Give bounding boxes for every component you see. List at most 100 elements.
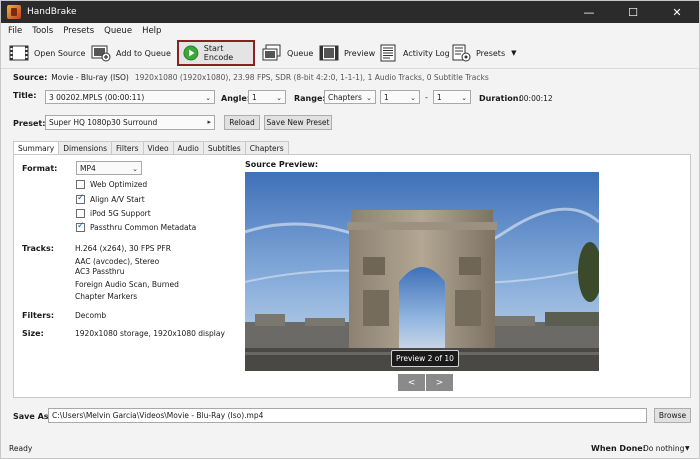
passthru-metadata-checkbox[interactable]	[76, 221, 85, 232]
status-bar: Ready When Done: Do nothing ▼	[1, 438, 699, 458]
menu-queue[interactable]: Queue	[104, 26, 132, 36]
filters-value: Decomb	[75, 311, 107, 320]
source-preview-image	[245, 172, 599, 371]
presets-label: Presets	[476, 48, 506, 58]
chevron-down-icon: ⌄	[132, 165, 138, 173]
title-select-value: 3 00202.MPLS (00:00:11)	[49, 92, 145, 102]
angle-select[interactable]: 1 ⌄	[248, 90, 286, 104]
menu-presets[interactable]: Presets	[63, 26, 94, 36]
range-dash: -	[425, 93, 428, 102]
tab-audio[interactable]: Audio	[172, 141, 204, 154]
chevron-down-icon: ⌄	[366, 94, 372, 102]
tab-chapters[interactable]: Chapters	[244, 141, 289, 154]
tracks-label: Tracks:	[22, 244, 54, 253]
passthru-metadata-option[interactable]: Passthru Common Metadata	[76, 221, 197, 232]
source-label: Source:	[13, 73, 48, 82]
add-to-queue-icon	[91, 45, 111, 62]
tab-summary[interactable]: Summary	[13, 141, 60, 155]
browse-button[interactable]: Browse	[654, 408, 691, 423]
activity-log-label: Activity Log	[403, 48, 450, 58]
menu-help[interactable]: Help	[142, 26, 161, 36]
chevron-down-icon: ⌄	[410, 94, 416, 102]
close-icon[interactable]: ✕	[655, 1, 699, 23]
save-as-label: Save As:	[13, 412, 52, 421]
format-select-value: MP4	[80, 163, 96, 173]
when-done-dropdown-icon[interactable]: ▼	[685, 445, 690, 452]
menu-tools[interactable]: Tools	[32, 26, 53, 36]
presets-dropdown-icon[interactable]: ▼	[511, 49, 516, 57]
menu-bar: File Tools Presets Queue Help	[1, 23, 699, 39]
save-as-path-value: C:\Users\Melvin Garcia\Videos\Movie - Bl…	[52, 411, 264, 420]
track-item: H.264 (x264), 30 FPS PFR	[75, 244, 171, 253]
web-optimized-option[interactable]: Web Optimized	[76, 180, 147, 189]
queue-icon	[262, 44, 281, 61]
start-encode-button[interactable]: Start Encode	[177, 40, 255, 66]
chevron-down-icon: ⌄	[276, 94, 282, 102]
open-source-icon	[9, 45, 29, 61]
start-encode-label: Start Encode	[203, 44, 234, 62]
tab-filters[interactable]: Filters	[111, 141, 144, 154]
range-type-value: Chapters	[328, 92, 362, 102]
source-row: Source: Movie - Blu-ray (ISO) 1920x1080 …	[13, 73, 489, 82]
activity-log-button[interactable]: Activity Log	[374, 40, 454, 66]
passthru-metadata-label: Passthru Common Metadata	[90, 223, 197, 232]
track-item: AC3 Passthru	[75, 267, 125, 276]
title-select[interactable]: 3 00202.MPLS (00:00:11) ⌄	[45, 90, 215, 104]
presets-button[interactable]: Presets ▼	[447, 40, 521, 66]
preset-select[interactable]: Super HQ 1080p30 Surround ▸	[45, 115, 215, 130]
chevron-down-icon: ⌄	[205, 94, 211, 102]
arc-de-triomphe-image	[245, 172, 599, 371]
ipod-support-option[interactable]: iPod 5G Support	[76, 209, 151, 218]
queue-button[interactable]: Queue	[258, 40, 317, 66]
ipod-support-label: iPod 5G Support	[90, 209, 151, 218]
reload-button[interactable]: Reload	[224, 115, 260, 130]
maximize-icon[interactable]: ☐	[611, 1, 655, 23]
open-source-button[interactable]: Open Source	[5, 40, 89, 66]
web-optimized-checkbox[interactable]	[76, 180, 85, 189]
angle-select-value: 1	[252, 92, 257, 102]
save-as-path-input[interactable]: C:\Users\Melvin Garcia\Videos\Movie - Bl…	[48, 408, 647, 423]
next-preview-button[interactable]: >	[426, 374, 453, 391]
source-name: Movie - Blu-ray (ISO)	[51, 73, 129, 82]
range-label: Range:	[294, 94, 326, 103]
tab-dimensions[interactable]: Dimensions	[58, 141, 113, 154]
tab-video[interactable]: Video	[142, 141, 174, 154]
range-start-value: 1	[384, 92, 389, 102]
preview-button[interactable]: Preview	[315, 40, 379, 66]
duration-value: 00:00:12	[519, 94, 553, 103]
when-done-label: When Done:	[591, 443, 646, 453]
add-to-queue-label: Add to Queue	[116, 48, 171, 58]
track-item: AAC (avcodec), Stereo	[75, 257, 160, 266]
menu-file[interactable]: File	[8, 26, 22, 36]
range-type-select[interactable]: Chapters ⌄	[324, 90, 376, 104]
toolbar-divider	[1, 68, 699, 69]
when-done-select[interactable]: Do nothing	[643, 444, 684, 453]
filters-label: Filters:	[22, 311, 55, 320]
track-item: Foreign Audio Scan, Burned	[75, 280, 179, 289]
tab-subtitles[interactable]: Subtitles	[202, 141, 246, 154]
window-controls: — ☐ ✕	[567, 1, 699, 23]
ipod-support-checkbox[interactable]	[76, 209, 85, 218]
format-select[interactable]: MP4 ⌄	[76, 161, 142, 175]
range-end-value: 1	[437, 92, 442, 102]
align-av-start-option[interactable]: Align A/V Start	[76, 193, 145, 204]
chevron-down-icon: ⌄	[461, 94, 467, 102]
preset-label: Preset:	[13, 119, 46, 128]
minimize-icon[interactable]: —	[567, 1, 611, 23]
range-start-select[interactable]: 1 ⌄	[380, 90, 420, 104]
title-bar: HandBrake — ☐ ✕	[1, 1, 699, 23]
preview-counter-badge: Preview 2 of 10	[391, 350, 459, 367]
previous-preview-button[interactable]: <	[398, 374, 425, 391]
range-end-select[interactable]: 1 ⌄	[433, 90, 471, 104]
align-av-start-checkbox[interactable]	[76, 193, 85, 204]
source-details: 1920x1080 (1920x1080), 23.98 FPS, SDR (8…	[134, 73, 489, 82]
add-to-queue-button[interactable]: Add to Queue ▼	[87, 40, 186, 66]
play-icon	[183, 45, 199, 61]
save-new-preset-button[interactable]: Save New Preset	[264, 115, 332, 130]
title-label: Title:	[13, 91, 37, 100]
handbrake-window: HandBrake — ☐ ✕ File Tools Presets Queue…	[0, 0, 700, 459]
preview-label: Preview	[344, 48, 376, 58]
size-label: Size:	[22, 329, 44, 338]
title-row: Title:	[13, 91, 36, 100]
chevron-right-icon: ▸	[207, 118, 211, 126]
